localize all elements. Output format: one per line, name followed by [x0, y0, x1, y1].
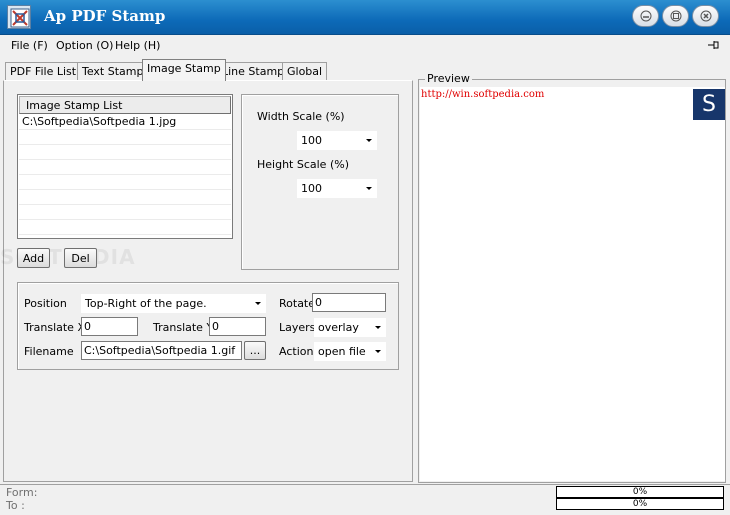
window-title: Ap PDF Stamp: [44, 7, 166, 25]
close-button[interactable]: [692, 5, 719, 27]
list-item-empty: [19, 145, 231, 160]
layers-select[interactable]: overlay: [314, 318, 386, 337]
chevron-down-icon: [255, 302, 261, 305]
close-icon: [700, 10, 711, 22]
pin-icon[interactable]: [705, 38, 721, 55]
app-icon: [7, 5, 31, 29]
rotate-label: Rotate: [279, 297, 316, 310]
status-to-label: To :: [6, 499, 25, 512]
chevron-down-icon: [366, 139, 372, 142]
list-item-empty: [19, 160, 231, 175]
menu-help[interactable]: Help (H): [115, 39, 160, 52]
preview-canvas: [420, 87, 725, 481]
menu-option[interactable]: Option (O): [56, 39, 113, 52]
chevron-down-icon: [366, 187, 372, 190]
maximize-button[interactable]: [662, 5, 689, 27]
list-item-empty: [19, 220, 231, 235]
translate-x-label: Translate X: [24, 321, 85, 334]
tab-global[interactable]: Global: [282, 62, 328, 80]
list-item-empty: [19, 130, 231, 145]
list-item-empty: [19, 175, 231, 190]
translate-x-input[interactable]: 0: [81, 317, 138, 336]
list-item-empty: [19, 190, 231, 205]
chevron-down-icon: [375, 350, 381, 353]
rotate-input[interactable]: 0: [312, 293, 386, 312]
list-item[interactable]: C:\Softpedia\Softpedia 1.jpg: [19, 115, 231, 130]
filename-label: Filename: [24, 345, 74, 358]
progress-bar-to: 0%: [556, 498, 724, 510]
menu-file[interactable]: File (F): [11, 39, 48, 52]
chevron-down-icon: [375, 326, 381, 329]
translate-y-label: Translate Y: [153, 321, 214, 334]
width-scale-select[interactable]: 100: [297, 131, 377, 150]
width-scale-label: Width Scale (%): [257, 110, 345, 123]
list-header[interactable]: Image Stamp List: [19, 96, 231, 114]
height-scale-label: Height Scale (%): [257, 158, 349, 171]
preview-stamp-logo: S: [693, 89, 725, 120]
width-scale-value: 100: [301, 134, 322, 147]
maximize-icon: [670, 10, 681, 22]
image-stamp-list[interactable]: Image Stamp List C:\Softpedia\Softpedia …: [17, 94, 233, 239]
height-scale-select[interactable]: 100: [297, 179, 377, 198]
minimize-button[interactable]: [632, 5, 659, 27]
progress-bar-form: 0%: [556, 486, 724, 498]
action-value: open file: [318, 345, 366, 358]
height-scale-value: 100: [301, 182, 322, 195]
tab-line-stamp[interactable]: Line Stamp: [217, 62, 290, 80]
position-select[interactable]: Top-Right of the page.: [81, 294, 266, 313]
del-button[interactable]: Del: [64, 248, 97, 268]
action-label: Action: [279, 345, 314, 358]
action-select[interactable]: open file: [314, 342, 386, 361]
status-form-label: Form:: [6, 486, 38, 499]
position-label: Position: [24, 297, 67, 310]
list-item-empty: [19, 205, 231, 220]
browse-button[interactable]: ...: [244, 341, 266, 360]
layers-label: Layers: [279, 321, 316, 334]
tab-image-stamp[interactable]: Image Stamp: [142, 59, 226, 81]
preview-stamp-text: http://win.softpedia.com: [421, 89, 545, 100]
add-button[interactable]: Add: [17, 248, 50, 268]
tab-pdf-file-list[interactable]: PDF File List: [5, 62, 82, 80]
layers-value: overlay: [318, 321, 359, 334]
translate-y-input[interactable]: 0: [209, 317, 266, 336]
tab-text-stamp[interactable]: Text Stamp: [77, 62, 149, 80]
position-value: Top-Right of the page.: [85, 297, 207, 310]
preview-label: Preview: [425, 72, 472, 85]
minimize-icon: [640, 10, 651, 22]
filename-input[interactable]: C:\Softpedia\Softpedia 1.gif: [81, 341, 242, 360]
